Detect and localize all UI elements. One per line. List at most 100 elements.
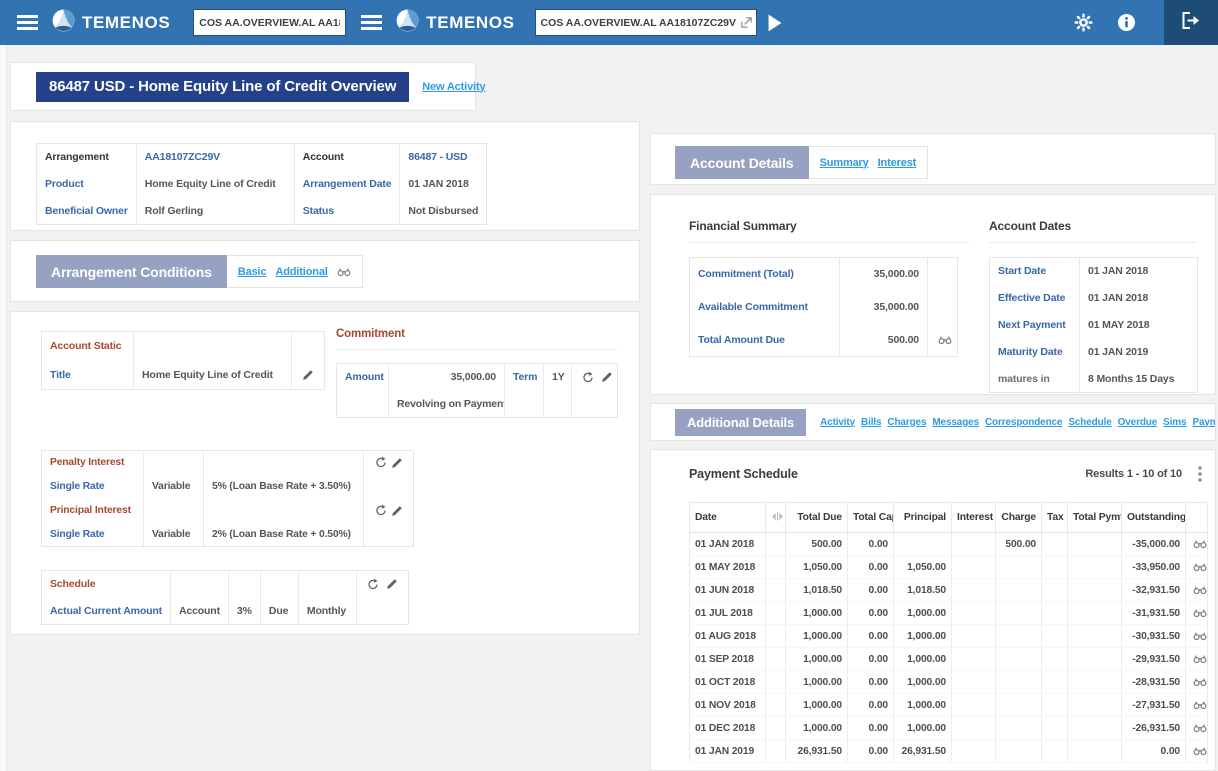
schedule-condition-table: Schedule Actual Current Amount Account 3… <box>41 570 409 625</box>
view-details-icon[interactable] <box>1193 654 1207 664</box>
amount-cell <box>952 740 996 763</box>
refresh-icon[interactable] <box>375 504 387 517</box>
view-details-icon[interactable] <box>1193 608 1207 618</box>
actions-cell <box>1186 533 1208 556</box>
launch-command-icon[interactable] <box>740 16 753 29</box>
additional-details-link[interactable]: Payment Orders <box>1192 417 1215 428</box>
amount-cell: 1,000.00 <box>894 648 952 671</box>
account-details-link[interactable]: Summary <box>820 157 869 169</box>
command-input-right[interactable] <box>535 9 757 36</box>
more-options-icon[interactable] <box>1198 466 1202 482</box>
additional-details-link[interactable]: Schedule <box>1068 417 1111 428</box>
refresh-icon[interactable] <box>582 371 594 384</box>
arrangement-value: 01 JAN 2018 <box>400 171 487 198</box>
edit-icon[interactable] <box>391 457 403 469</box>
amount-cell: -30,931.50 <box>1122 625 1186 648</box>
additional-details-link[interactable]: Bills <box>861 417 881 428</box>
block-title: Financial Summary <box>689 219 969 233</box>
arrangement-conditions-link[interactable]: Basic <box>238 266 267 278</box>
refresh-icon[interactable] <box>375 456 387 469</box>
amount-cell: 1,018.50 <box>894 579 952 602</box>
additional-details-link[interactable]: Correspondence <box>985 417 1062 428</box>
edit-icon[interactable] <box>302 369 314 381</box>
field-value: Monthly <box>298 598 356 625</box>
left-gutter <box>0 45 7 771</box>
table-row: matures in8 Months 15 Days <box>990 366 1198 393</box>
view-details-icon[interactable] <box>1193 746 1207 756</box>
date-cell: 01 OCT 2018 <box>690 671 766 694</box>
arrangement-conditions-link[interactable]: Additional <box>275 266 327 278</box>
column-header: Tax <box>1042 503 1068 533</box>
hamburger-menu-icon[interactable] <box>17 15 38 30</box>
additional-details-link[interactable]: Activity <box>820 417 855 428</box>
amount-cell: -33,950.00 <box>1122 556 1186 579</box>
table-row: 01 JAN 201926,931.500.0026,931.500.00 <box>690 740 1208 763</box>
financial-summary-card: Financial Summary Commitment (Total)35,0… <box>650 194 1216 395</box>
additional-details-link[interactable]: Overdue <box>1118 417 1158 428</box>
table-row: Start Date01 JAN 2018 <box>990 258 1198 285</box>
globe-icon <box>395 8 420 38</box>
amount-cell <box>952 625 996 648</box>
brand-name: TEMENOS <box>82 13 170 33</box>
view-details-icon[interactable] <box>1193 677 1207 687</box>
info-icon[interactable] <box>1117 13 1136 32</box>
amount-cell: 1,000.00 <box>894 717 952 740</box>
settings-gear-icon[interactable] <box>1074 13 1093 32</box>
amount-cell: 1,000.00 <box>786 671 848 694</box>
view-details-icon[interactable] <box>337 267 351 277</box>
column-resize-handle[interactable] <box>766 503 786 533</box>
sign-out-button[interactable] <box>1164 0 1218 45</box>
view-details-icon[interactable] <box>1193 585 1207 595</box>
group-header: Principal Interest <box>42 499 144 523</box>
actions-cell <box>1186 694 1208 717</box>
run-command-icon[interactable] <box>767 14 783 32</box>
section-title: Account Details <box>675 146 809 179</box>
view-details-icon[interactable] <box>1193 723 1207 733</box>
view-details-icon[interactable] <box>1193 539 1207 549</box>
field-value: 8 Months 15 Days <box>1080 366 1198 393</box>
field-value <box>204 499 364 523</box>
table-row: Single RateVariable2% (Loan Base Rate + … <box>42 523 414 547</box>
edit-icon[interactable] <box>391 505 403 517</box>
edit-icon[interactable] <box>386 578 398 590</box>
hamburger-menu-icon[interactable] <box>361 15 382 30</box>
view-details-icon[interactable] <box>1193 631 1207 641</box>
additional-details-link[interactable]: Charges <box>887 417 926 428</box>
view-details-icon[interactable] <box>1193 562 1207 572</box>
table-row: Next Payment01 MAY 2018 <box>990 312 1198 339</box>
edit-icon[interactable] <box>601 371 613 383</box>
arrangement-label: Beneficial Owner <box>37 198 137 225</box>
amount-cell: 1,000.00 <box>786 694 848 717</box>
financial-summary-table: Commitment (Total)35,000.00Available Com… <box>689 257 958 357</box>
arrangement-value: Rolf Gerling <box>136 198 294 225</box>
account-static-table: Account Static Title Home Equity Line of… <box>41 331 325 390</box>
account-details-links: Summary Interest <box>809 146 929 179</box>
column-header: Total Due <box>786 503 848 533</box>
amount-cell <box>894 533 952 556</box>
amount-cell <box>996 602 1042 625</box>
amount-cell <box>996 625 1042 648</box>
column-header: Date <box>690 503 766 533</box>
view-details-icon[interactable] <box>1193 700 1207 710</box>
page-title: 86487 USD - Home Equity Line of Credit O… <box>36 72 409 102</box>
actions-cell <box>1186 648 1208 671</box>
field-label: Start Date <box>990 258 1080 285</box>
new-activity-link[interactable]: New Activity <box>422 81 485 93</box>
amount-cell: 0.00 <box>1122 740 1186 763</box>
date-cell: 01 SEP 2018 <box>690 648 766 671</box>
amount-cell <box>1068 602 1122 625</box>
amount-cell <box>1042 694 1068 717</box>
account-details-link[interactable]: Interest <box>878 157 917 169</box>
refresh-icon[interactable] <box>367 578 379 591</box>
additional-details-link[interactable]: Messages <box>932 417 979 428</box>
amount-cell: -35,000.00 <box>1122 533 1186 556</box>
table-row: ArrangementAA18107ZC29VAccount86487 - US… <box>37 144 487 171</box>
field-value: Home Equity Line of Credit <box>134 361 292 390</box>
column-resize-icon[interactable] <box>771 513 784 524</box>
cell <box>766 694 786 717</box>
command-input-left[interactable] <box>193 9 346 36</box>
actions-cell <box>1186 602 1208 625</box>
view-details-icon[interactable] <box>938 335 952 345</box>
amount-cell <box>952 671 996 694</box>
additional-details-link[interactable]: Sims <box>1163 417 1186 428</box>
